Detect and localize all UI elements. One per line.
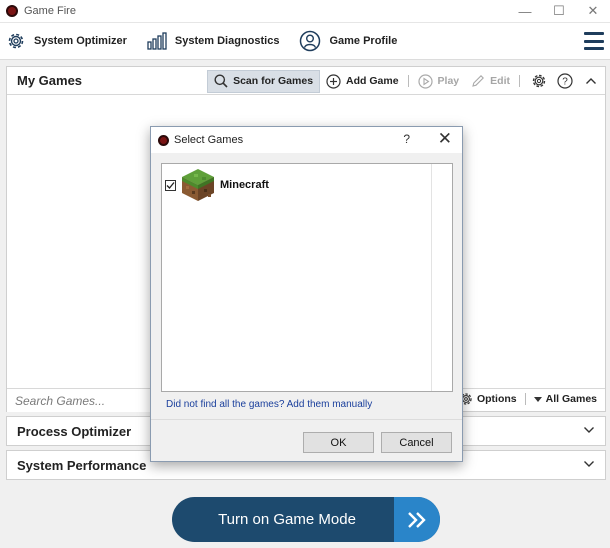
- minecraft-grass-block-icon: [182, 169, 214, 201]
- double-chevron-right-icon: [394, 497, 440, 542]
- my-games-header: My Games Scan for Games Add Game Play Ed…: [7, 67, 605, 95]
- footer-controls: Options All Games: [459, 392, 597, 406]
- divider: [524, 393, 526, 405]
- dialog-footer: OK Cancel: [151, 419, 462, 461]
- my-games-actions: Scan for Games Add Game Play Edit ?: [207, 69, 601, 93]
- chevron-down-icon: [584, 427, 594, 433]
- system-optimizer-label: System Optimizer: [34, 35, 127, 47]
- game-name: Minecraft: [220, 179, 269, 191]
- game-profile-tab[interactable]: Game Profile: [293, 22, 397, 60]
- title-bar: Game Fire — ☐ ✕: [0, 0, 610, 22]
- maximize-button[interactable]: ☐: [542, 0, 576, 22]
- window-controls: — ☐ ✕: [508, 0, 610, 22]
- game-mode-label: Turn on Game Mode: [218, 511, 356, 528]
- dialog-close-button[interactable]: ✕: [438, 130, 452, 148]
- section-title: System Performance: [17, 458, 147, 473]
- bar-chart-icon: [147, 32, 167, 50]
- dialog-title-bar: Select Games ? ✕: [151, 127, 462, 153]
- system-optimizer-tab[interactable]: System Optimizer: [0, 22, 127, 60]
- minimize-button[interactable]: —: [508, 0, 542, 22]
- svg-text:?: ?: [562, 77, 568, 88]
- select-games-dialog: Select Games ? ✕ Minecraft Did not find …: [150, 126, 463, 462]
- ok-button[interactable]: OK: [303, 432, 374, 453]
- play-icon: [417, 73, 433, 89]
- game-profile-label: Game Profile: [329, 35, 398, 47]
- add-manually-link[interactable]: Did not find all the games? Add them man…: [166, 399, 372, 410]
- edit-button[interactable]: Edit: [465, 70, 516, 93]
- dialog-title: Select Games: [174, 134, 244, 146]
- my-games-title: My Games: [17, 73, 83, 88]
- divider: [407, 75, 409, 87]
- games-list: Minecraft: [161, 163, 453, 392]
- plus-circle-icon: [326, 73, 341, 89]
- cancel-button[interactable]: Cancel: [381, 432, 452, 453]
- play-button[interactable]: Play: [412, 70, 466, 93]
- app-logo-icon: [6, 5, 18, 17]
- game-checkbox[interactable]: [165, 179, 176, 191]
- help-icon[interactable]: ?: [555, 71, 575, 91]
- search-icon: [214, 74, 228, 88]
- chevron-up-icon[interactable]: [581, 71, 601, 91]
- turn-on-game-mode-button[interactable]: Turn on Game Mode: [172, 497, 440, 542]
- all-games-filter[interactable]: All Games: [533, 393, 597, 405]
- search-games-input[interactable]: [7, 389, 157, 412]
- hamburger-menu-icon[interactable]: [584, 32, 604, 50]
- dialog-help-button[interactable]: ?: [403, 132, 410, 146]
- section-title: Process Optimizer: [17, 424, 132, 439]
- settings-gear-icon[interactable]: [529, 71, 549, 91]
- checkmark-icon: [166, 181, 175, 189]
- add-game-button[interactable]: Add Game: [320, 70, 405, 93]
- options-button[interactable]: Options: [459, 392, 517, 406]
- profile-icon: [300, 30, 321, 52]
- caret-down-icon: [533, 396, 542, 402]
- app-logo-icon: [158, 134, 169, 146]
- gear-icon: [8, 33, 24, 49]
- system-diagnostics-tab[interactable]: System Diagnostics: [141, 22, 280, 60]
- pencil-icon: [472, 75, 485, 87]
- system-diagnostics-label: System Diagnostics: [174, 35, 280, 47]
- main-toolbar: System Optimizer System Diagnostics Game…: [0, 22, 610, 60]
- divider: [519, 75, 520, 87]
- scan-for-games-button[interactable]: Scan for Games: [207, 69, 321, 93]
- chevron-down-icon: [584, 461, 594, 467]
- list-divider: [431, 164, 432, 391]
- window-title: Game Fire: [24, 5, 76, 17]
- close-button[interactable]: ✕: [576, 0, 610, 22]
- list-item[interactable]: Minecraft: [165, 167, 269, 203]
